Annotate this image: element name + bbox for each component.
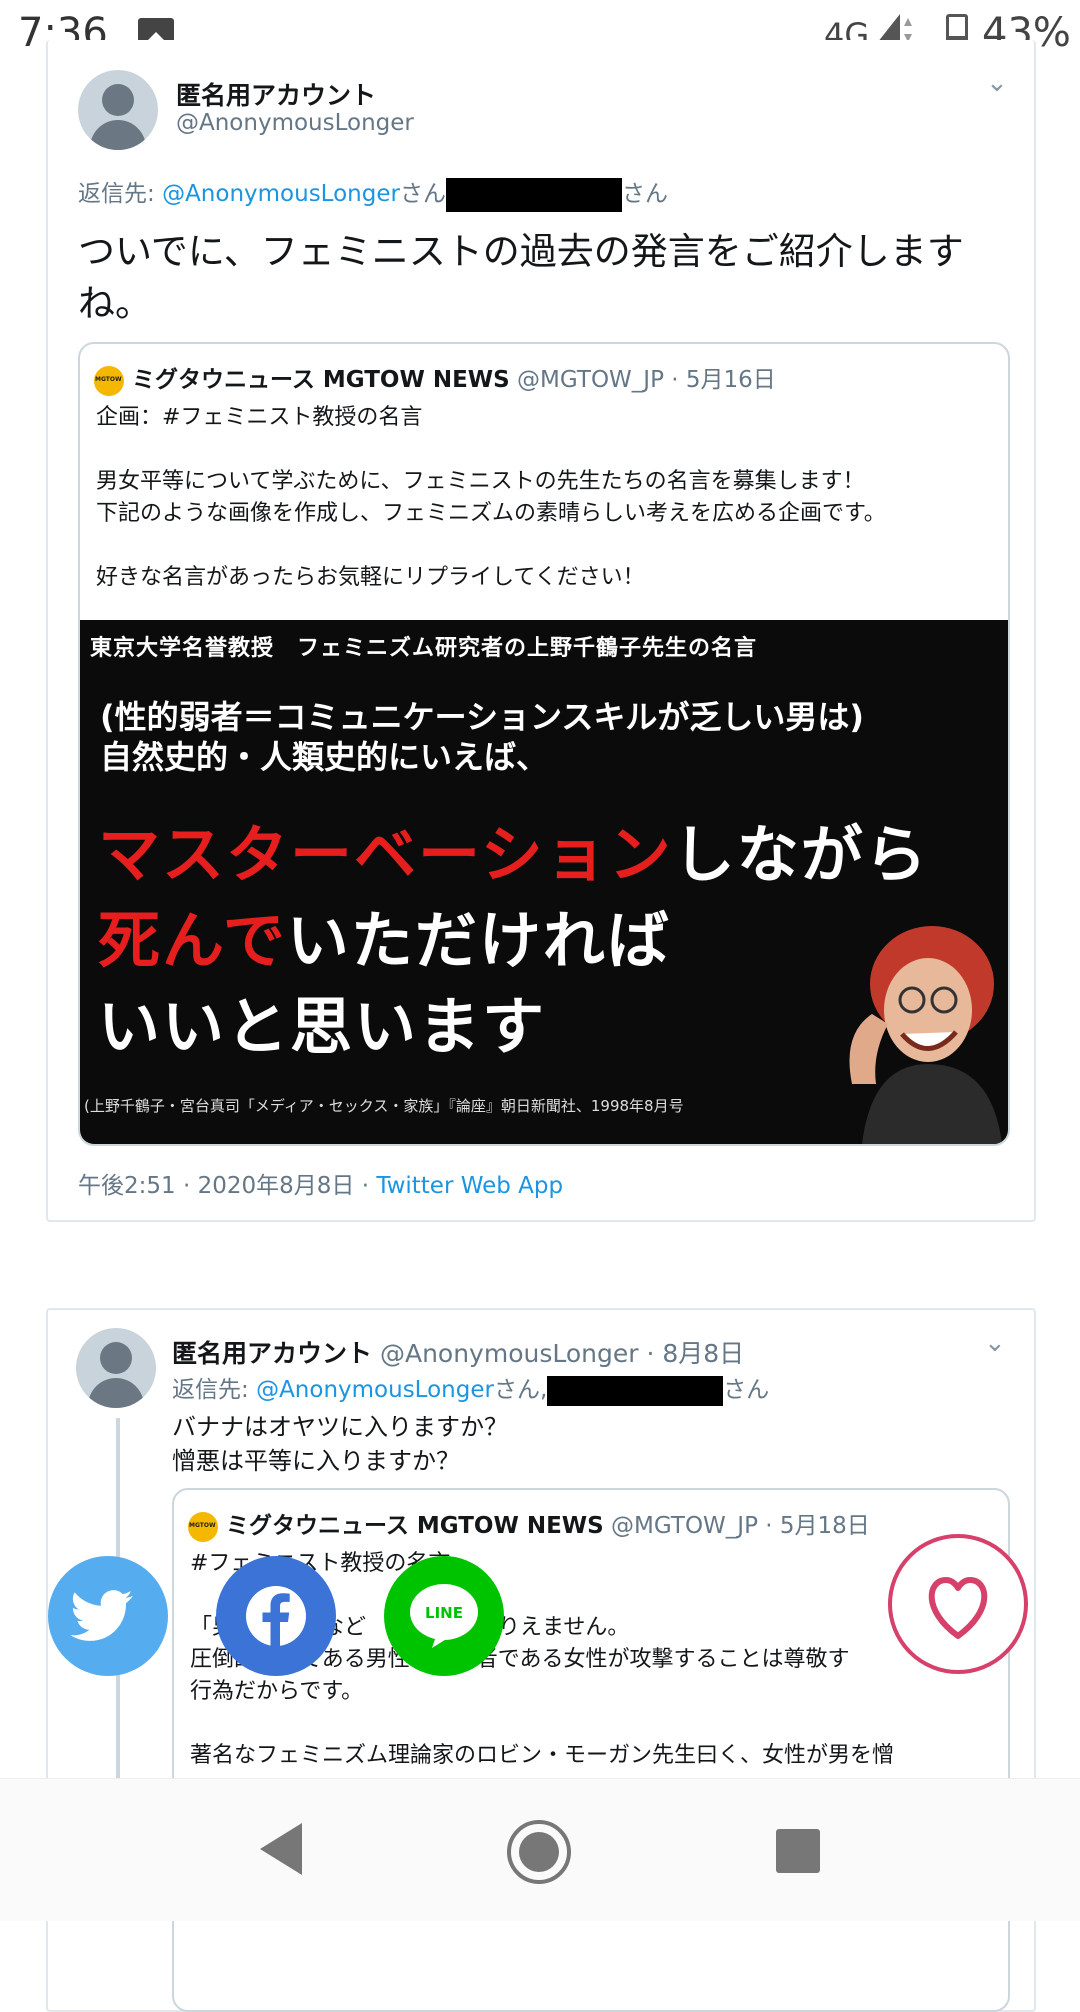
- redaction-bar: [547, 1375, 724, 1406]
- reply-prefix: 返信先:: [78, 181, 163, 207]
- image-big-line2: 死んでいただければ: [98, 904, 671, 977]
- twitter-bird-icon: [70, 1590, 133, 1641]
- avatar[interactable]: [78, 70, 158, 150]
- image-text-line2: 自然史的・人類史的にいえば、: [100, 738, 549, 776]
- author-handle-meta[interactable]: @AnonymousLonger · 8月8日: [372, 1339, 744, 1368]
- reply-to-line: 返信先: @AnonymousLongerさん, さん: [172, 1370, 769, 1406]
- reply-san: さん,: [493, 1377, 548, 1403]
- mgtow-logo-icon: [188, 1511, 218, 1542]
- recent-square-icon[interactable]: [776, 1829, 820, 1873]
- author-name[interactable]: 匿名用アカウント: [176, 76, 376, 112]
- back-triangle-icon[interactable]: [256, 1821, 306, 1877]
- quote-image[interactable]: 東京大学名誉教授 フェミニズム研究者の上野千鶴子先生の名言 (性的弱者＝コミュニ…: [80, 620, 1008, 1144]
- chevron-down-icon[interactable]: ⌄: [986, 68, 1008, 98]
- avatar[interactable]: [76, 1328, 156, 1408]
- quoted-tweet-header: ミグタウニュース MGTOW NEWS @MGTOW_JP · 5月16日: [94, 360, 776, 396]
- quoted-tweet-text: 企画：#フェミニスト教授の名言 男女平等について学ぶために、フェミニストの先生た…: [96, 405, 886, 590]
- tweet-text: ついでに、フェミニストの過去の発言をご紹介しますね。: [78, 230, 964, 325]
- quoted-author-name[interactable]: ミグタウニュース MGTOW NEWS: [132, 367, 510, 393]
- reply-to-line: 返信先: @AnonymousLongerさん さん: [78, 174, 668, 212]
- reply-mention-link[interactable]: @AnonymousLonger: [256, 1377, 494, 1403]
- image-big-line3: いいと思います: [98, 990, 547, 1063]
- reply-san: さん: [621, 181, 668, 207]
- facebook-share-button[interactable]: [216, 1556, 336, 1676]
- reply-san: さん: [723, 1377, 770, 1403]
- image-big-line1: マスターベーションしながら: [98, 818, 929, 891]
- line-icon: LINE: [410, 1584, 478, 1648]
- quoted-tweet[interactable]: ミグタウニュース MGTOW NEWS @MGTOW_JP · 5月16日 企画…: [78, 342, 1010, 1146]
- author-name[interactable]: 匿名用アカウント: [172, 1339, 372, 1368]
- reply-prefix: 返信先:: [172, 1377, 257, 1403]
- quoted-tweet-header: ミグタウニュース MGTOW NEWS @MGTOW_JP · 5月18日: [188, 1506, 870, 1542]
- tweet-text: バナナはオヤツに入りますか？ 憎悪は平等に入りますか？: [172, 1413, 508, 1475]
- reply-mention-link[interactable]: @AnonymousLonger: [162, 181, 400, 207]
- image-source-caption: (上野千鶴子・宮台真司「メディア・セックス・家族」『論座』朝日新聞社、1998年…: [84, 1097, 684, 1115]
- svg-text:LINE: LINE: [425, 1604, 463, 1622]
- client-link[interactable]: Twitter Web App: [376, 1173, 563, 1199]
- heart-icon: [928, 1577, 988, 1639]
- redaction-bar: [445, 177, 622, 212]
- quoted-author-meta: @MGTOW_JP · 5月18日: [603, 1513, 870, 1539]
- reply-san: さん: [399, 181, 446, 207]
- navigation-bar: [0, 1778, 1080, 1921]
- author-handle[interactable]: @AnonymousLonger: [176, 110, 414, 136]
- twitter-share-button[interactable]: [48, 1556, 168, 1676]
- image-caption-top: 東京大学名誉教授 フェミニズム研究者の上野千鶴子先生の名言: [90, 636, 758, 661]
- portrait-illustration: [849, 926, 1002, 1144]
- timestamp-text[interactable]: 午後2:51 · 2020年8月8日 ·: [78, 1173, 376, 1199]
- tweet-timestamp: 午後2:51 · 2020年8月8日 · Twitter Web App: [78, 1166, 563, 1200]
- quoted-author-meta: @MGTOW_JP · 5月16日: [509, 367, 776, 393]
- quoted-author-name[interactable]: ミグタウニュース MGTOW NEWS: [226, 1513, 604, 1539]
- tweet-header: 匿名用アカウント @AnonymousLonger · 8月8日: [172, 1334, 744, 1370]
- line-share-button[interactable]: LINE: [384, 1556, 504, 1676]
- like-button[interactable]: [888, 1534, 1028, 1674]
- home-circle-icon[interactable]: [506, 1819, 572, 1885]
- embedded-tweet-1[interactable]: 匿名用アカウント @AnonymousLonger ⌄ 返信先: @Anonym…: [46, 40, 1036, 1222]
- chevron-down-icon[interactable]: ⌄: [984, 1328, 1006, 1358]
- facebook-f-icon: [246, 1586, 306, 1648]
- mgtow-logo-icon: [94, 365, 124, 396]
